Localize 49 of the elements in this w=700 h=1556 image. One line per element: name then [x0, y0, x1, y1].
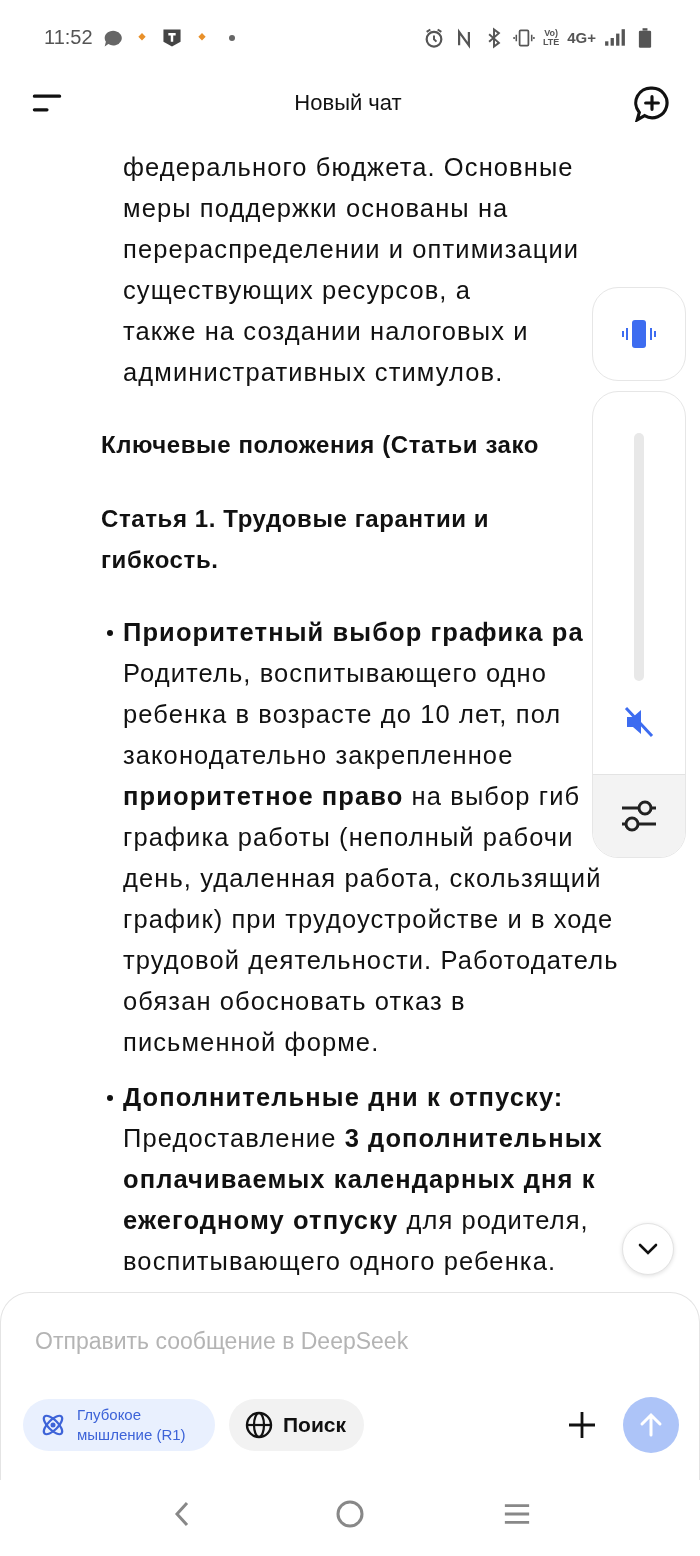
bullet-icon — [107, 630, 113, 636]
bullet-icon — [107, 1095, 113, 1101]
volte-label: Vo) LTE — [542, 28, 560, 47]
message-text: письменной форме. — [123, 1027, 381, 1058]
clock-time: 11:52 — [44, 26, 93, 49]
message-text: ежегодному отпуску для родителя, — [123, 1205, 590, 1236]
message-text: воспитывающего одного ребенка. — [123, 1246, 558, 1277]
message-text: Родитель, воспитывающего одно — [123, 658, 549, 689]
network-label: 4G+ — [567, 29, 596, 46]
search-toggle[interactable]: Поиск — [229, 1399, 365, 1451]
settings-button[interactable] — [593, 774, 685, 857]
message-text: административных стимулов. — [123, 357, 505, 388]
message-text: существующих ресурсов, а — [123, 275, 472, 306]
deep-think-toggle[interactable]: Глубокое мышление (R1) — [23, 1399, 215, 1451]
message-text: трудовой деятельности. Работодатель — [123, 945, 619, 976]
heading-text: Статья 1. Трудовые гарантии и — [101, 504, 490, 534]
message-text: обязан обосновать отказ в — [123, 986, 467, 1017]
vibrate-icon — [512, 26, 535, 49]
message-text: приоритетное право на выбор гиб — [123, 781, 582, 812]
globe-icon — [245, 1411, 273, 1439]
message-text: Приоритетный выбор графика ра — [123, 617, 585, 648]
ringer-mode-button[interactable] — [592, 287, 686, 381]
heading-text: гибкость. — [101, 545, 220, 575]
message-text: меры поддержки основаны на — [123, 193, 510, 224]
message-input[interactable]: Отправить сообщение в DeepSeek — [23, 1323, 679, 1359]
attach-plus-icon[interactable] — [567, 1410, 597, 1440]
chat-title: Новый чат — [294, 90, 402, 116]
new-chat-icon[interactable] — [634, 84, 670, 122]
heading-text: Ключевые положения (Статьи зако — [101, 430, 540, 460]
message-text: также на создании налоговых и — [123, 316, 530, 347]
signal-icon — [604, 26, 626, 49]
message-text: графика работы (неполный рабочи — [123, 822, 575, 853]
message-text: законодательно закрепленное — [123, 740, 515, 771]
message-text: день, удаленная работа, скользящий — [123, 863, 603, 894]
message-text: график) при трудоустройстве и в ходе — [123, 904, 615, 935]
sliders-icon — [620, 799, 658, 833]
message-text: федерального бюджета. Основные — [123, 152, 575, 183]
menu-icon[interactable] — [32, 93, 62, 113]
message-text: Предоставление 3 дополнительных — [123, 1123, 603, 1154]
vibrate-icon — [622, 317, 656, 351]
message-text: оплачиваемых календарных дня к — [123, 1164, 597, 1195]
dot-icon — [228, 34, 235, 41]
home-icon[interactable] — [336, 1500, 364, 1528]
message-text: перераспределении и оптимизации — [123, 234, 580, 265]
message-text: ребенка в возрасте до 10 лет, пол — [123, 699, 563, 730]
message-text: Дополнительные дни к отпуску: — [123, 1082, 565, 1113]
scroll-down-button[interactable] — [622, 1223, 674, 1275]
shield-icon — [160, 26, 183, 49]
muted-speaker-icon[interactable] — [623, 705, 655, 739]
